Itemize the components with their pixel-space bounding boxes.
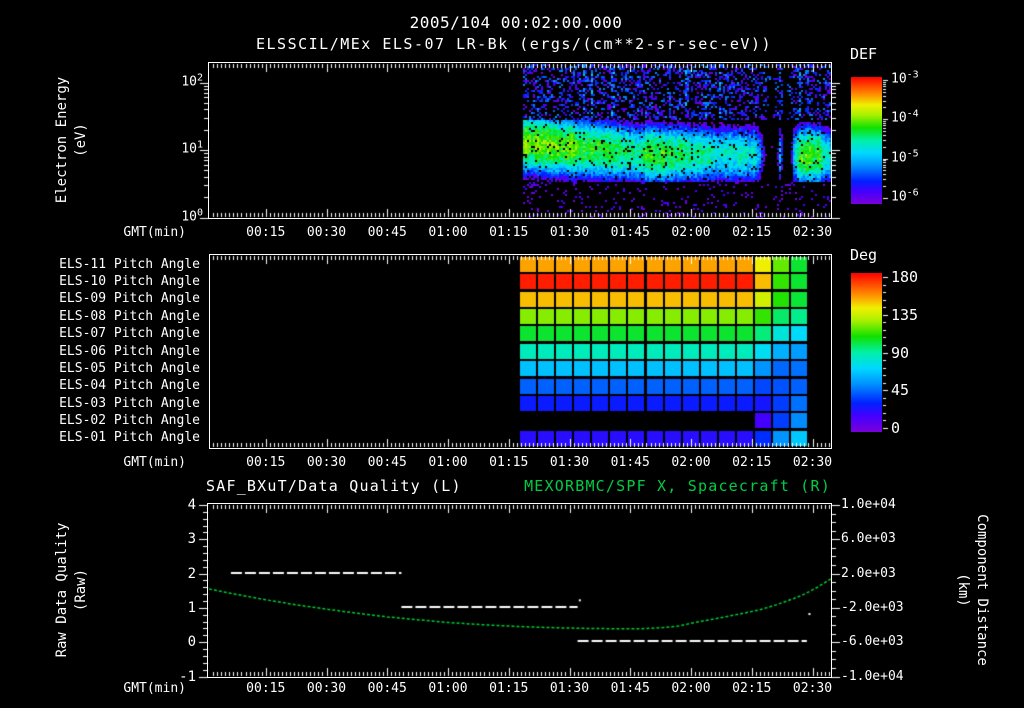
deg-colorbar <box>851 273 882 432</box>
right-plot-title: MEXORBMC/SPF X, Spacecraft (R) <box>524 477 831 495</box>
plot-stage: 2005/104 00:02:00.000 ELSSCIL/MEx ELS-07… <box>0 0 1024 708</box>
left-plot-title: SAF_BXuT/Data Quality (L) <box>206 477 462 495</box>
def-colorbar-title: DEF <box>850 45 878 63</box>
plot-title: ELSSCIL/MEx ELS-07 LR-Bk (ergs/(cm**2-sr… <box>255 35 773 53</box>
quality-y-axis-label: Raw Data Quality (Raw) <box>54 522 89 658</box>
distance-y-axis-label: Component Distance (km) <box>955 514 990 666</box>
deg-colorbar-title: Deg <box>850 246 878 264</box>
def-colorbar <box>851 77 882 204</box>
plot-datetime: 2005/104 00:02:00.000 <box>409 13 623 32</box>
spectrogram-y-axis-label: Electron Energy (eV) <box>54 76 89 204</box>
